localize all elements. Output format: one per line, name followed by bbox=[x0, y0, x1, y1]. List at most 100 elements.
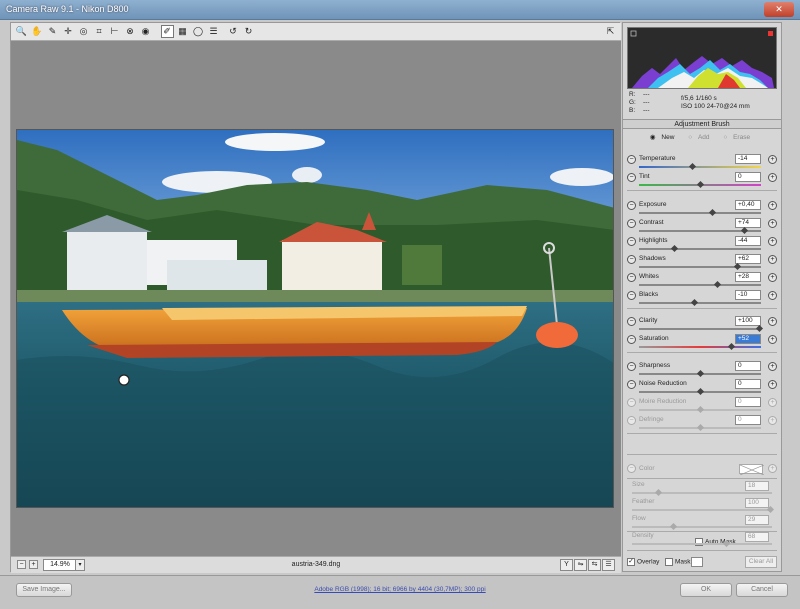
overlay-option[interactable]: ✓ Overlay bbox=[627, 558, 659, 566]
noise-reduction-plus-icon[interactable]: + bbox=[768, 380, 777, 389]
blacks-minus-icon[interactable]: − bbox=[627, 291, 636, 300]
fullscreen-icon[interactable]: ⇱ bbox=[604, 25, 617, 38]
brush-density-value-field[interactable]: 68 bbox=[745, 532, 769, 542]
highlights-value-field[interactable]: -44 bbox=[735, 236, 761, 246]
whites-minus-icon[interactable]: − bbox=[627, 273, 636, 282]
hand-tool-icon[interactable]: ✋ bbox=[31, 25, 44, 38]
blacks-plus-icon[interactable]: + bbox=[768, 291, 777, 300]
highlights-track[interactable] bbox=[639, 248, 761, 250]
saturation-thumb[interactable] bbox=[727, 342, 735, 351]
mode-add-radio[interactable]: ○ Add bbox=[688, 134, 713, 141]
shadows-value-field[interactable]: +62 bbox=[735, 254, 761, 264]
temperature-minus-icon[interactable]: − bbox=[627, 155, 636, 164]
saturation-plus-icon[interactable]: + bbox=[768, 335, 777, 344]
contrast-minus-icon[interactable]: − bbox=[627, 219, 636, 228]
mask-checkbox[interactable] bbox=[665, 558, 673, 566]
mode-new-radio[interactable]: ◉ New bbox=[650, 134, 679, 141]
brush-size-track[interactable] bbox=[632, 492, 772, 494]
brush-feather-value-field[interactable]: 100 bbox=[745, 498, 769, 508]
preferences-icon[interactable]: ☰ bbox=[207, 25, 220, 38]
exposure-plus-icon[interactable]: + bbox=[768, 201, 777, 210]
red-eye-icon[interactable]: ◉ bbox=[139, 25, 152, 38]
brush-density-track[interactable] bbox=[632, 543, 772, 545]
highlights-plus-icon[interactable]: + bbox=[768, 237, 777, 246]
defringe-thumb[interactable] bbox=[696, 423, 705, 432]
brush-size-value-field[interactable]: 18 bbox=[745, 481, 769, 491]
overlay-checkbox[interactable]: ✓ bbox=[627, 558, 635, 566]
exposure-thumb[interactable] bbox=[708, 208, 716, 217]
sharpness-thumb[interactable] bbox=[696, 369, 705, 378]
contrast-value-field[interactable]: +74 bbox=[735, 218, 761, 228]
blacks-thumb[interactable] bbox=[691, 298, 699, 307]
blacks-track[interactable] bbox=[639, 302, 761, 304]
save-image-button[interactable]: Save Image... bbox=[16, 583, 72, 597]
workflow-options-link[interactable]: Adobe RGB (1998); 16 bit; 6966 by 4404 (… bbox=[300, 586, 500, 593]
temperature-value-field[interactable]: -14 bbox=[735, 154, 761, 164]
whites-value-field[interactable]: +28 bbox=[735, 272, 761, 282]
moire-reduction-minus-icon[interactable]: − bbox=[627, 398, 636, 407]
zoom-out-button[interactable]: − bbox=[17, 560, 26, 569]
tint-thumb[interactable] bbox=[696, 180, 705, 189]
moire-reduction-plus-icon[interactable]: + bbox=[768, 398, 777, 407]
saturation-track[interactable] bbox=[639, 346, 761, 348]
clarity-track[interactable] bbox=[639, 328, 761, 330]
sharpness-value-field[interactable]: 0 bbox=[735, 361, 761, 371]
saturation-value-field[interactable]: +52 bbox=[735, 334, 761, 344]
brush-size-thumb[interactable] bbox=[655, 488, 663, 497]
moire-reduction-value-field[interactable]: 0 bbox=[735, 397, 761, 407]
saturation-minus-icon[interactable]: − bbox=[627, 335, 636, 344]
brush-density-thumb[interactable] bbox=[723, 539, 731, 548]
zoom-level-field[interactable]: 14.9% bbox=[43, 559, 77, 571]
noise-reduction-minus-icon[interactable]: − bbox=[627, 380, 636, 389]
temperature-plus-icon[interactable]: + bbox=[768, 155, 777, 164]
mask-option[interactable]: Mask bbox=[665, 558, 691, 566]
shadows-minus-icon[interactable]: − bbox=[627, 255, 636, 264]
contrast-plus-icon[interactable]: + bbox=[768, 219, 777, 228]
radial-filter-icon[interactable]: ◯ bbox=[192, 25, 205, 38]
window-close-button[interactable]: ✕ bbox=[764, 2, 794, 17]
temperature-thumb[interactable] bbox=[688, 162, 696, 171]
temperature-track[interactable] bbox=[639, 166, 761, 168]
zoom-in-button[interactable]: + bbox=[29, 560, 38, 569]
whites-plus-icon[interactable]: + bbox=[768, 273, 777, 282]
exposure-track[interactable] bbox=[639, 212, 761, 214]
clarity-plus-icon[interactable]: + bbox=[768, 317, 777, 326]
targeted-adjustment-icon[interactable]: ◎ bbox=[77, 25, 90, 38]
blacks-value-field[interactable]: -10 bbox=[735, 290, 761, 300]
cancel-button[interactable]: Cancel bbox=[736, 583, 788, 597]
color-plus-icon[interactable]: + bbox=[768, 464, 777, 473]
color-sampler-icon[interactable]: ✛ bbox=[62, 25, 75, 38]
tint-plus-icon[interactable]: + bbox=[768, 173, 777, 182]
highlights-minus-icon[interactable]: − bbox=[627, 237, 636, 246]
exposure-value-field[interactable]: +0,40 bbox=[735, 200, 761, 210]
shadows-thumb[interactable] bbox=[733, 262, 741, 271]
shadows-plus-icon[interactable]: + bbox=[768, 255, 777, 264]
clear-all-button[interactable]: Clear All bbox=[745, 556, 777, 568]
straighten-tool-icon[interactable]: ⊢ bbox=[108, 25, 121, 38]
rotate-cw-icon[interactable]: ↻ bbox=[242, 25, 255, 38]
graduated-filter-icon[interactable]: ▦ bbox=[176, 25, 189, 38]
view-settings-icon[interactable]: ☰ bbox=[602, 559, 615, 571]
defringe-plus-icon[interactable]: + bbox=[768, 416, 777, 425]
defringe-value-field[interactable]: 0 bbox=[735, 415, 761, 425]
brush-flow-value-field[interactable]: 29 bbox=[745, 515, 769, 525]
mode-erase-radio[interactable]: ○ Erase bbox=[723, 134, 754, 141]
clarity-minus-icon[interactable]: − bbox=[627, 317, 636, 326]
photo-preview[interactable] bbox=[16, 129, 614, 508]
whites-thumb[interactable] bbox=[713, 280, 721, 289]
before-after-toggle-icon[interactable]: Y bbox=[560, 559, 573, 571]
sharpness-plus-icon[interactable]: + bbox=[768, 362, 777, 371]
crop-tool-icon[interactable]: ⌗ bbox=[93, 25, 106, 38]
white-balance-tool-icon[interactable]: ✎ bbox=[46, 25, 59, 38]
brush-flow-track[interactable] bbox=[632, 526, 772, 528]
brush-flow-thumb[interactable] bbox=[670, 522, 678, 531]
brush-feather-track[interactable] bbox=[632, 509, 772, 511]
exposure-minus-icon[interactable]: − bbox=[627, 201, 636, 210]
tint-value-field[interactable]: 0 bbox=[735, 172, 761, 182]
rotate-ccw-icon[interactable]: ↺ bbox=[227, 25, 240, 38]
sharpness-minus-icon[interactable]: − bbox=[627, 362, 636, 371]
tint-minus-icon[interactable]: − bbox=[627, 173, 636, 182]
noise-reduction-value-field[interactable]: 0 bbox=[735, 379, 761, 389]
brush-feather-thumb[interactable] bbox=[766, 505, 775, 514]
copy-settings-icon[interactable]: ⇆ bbox=[588, 559, 601, 571]
